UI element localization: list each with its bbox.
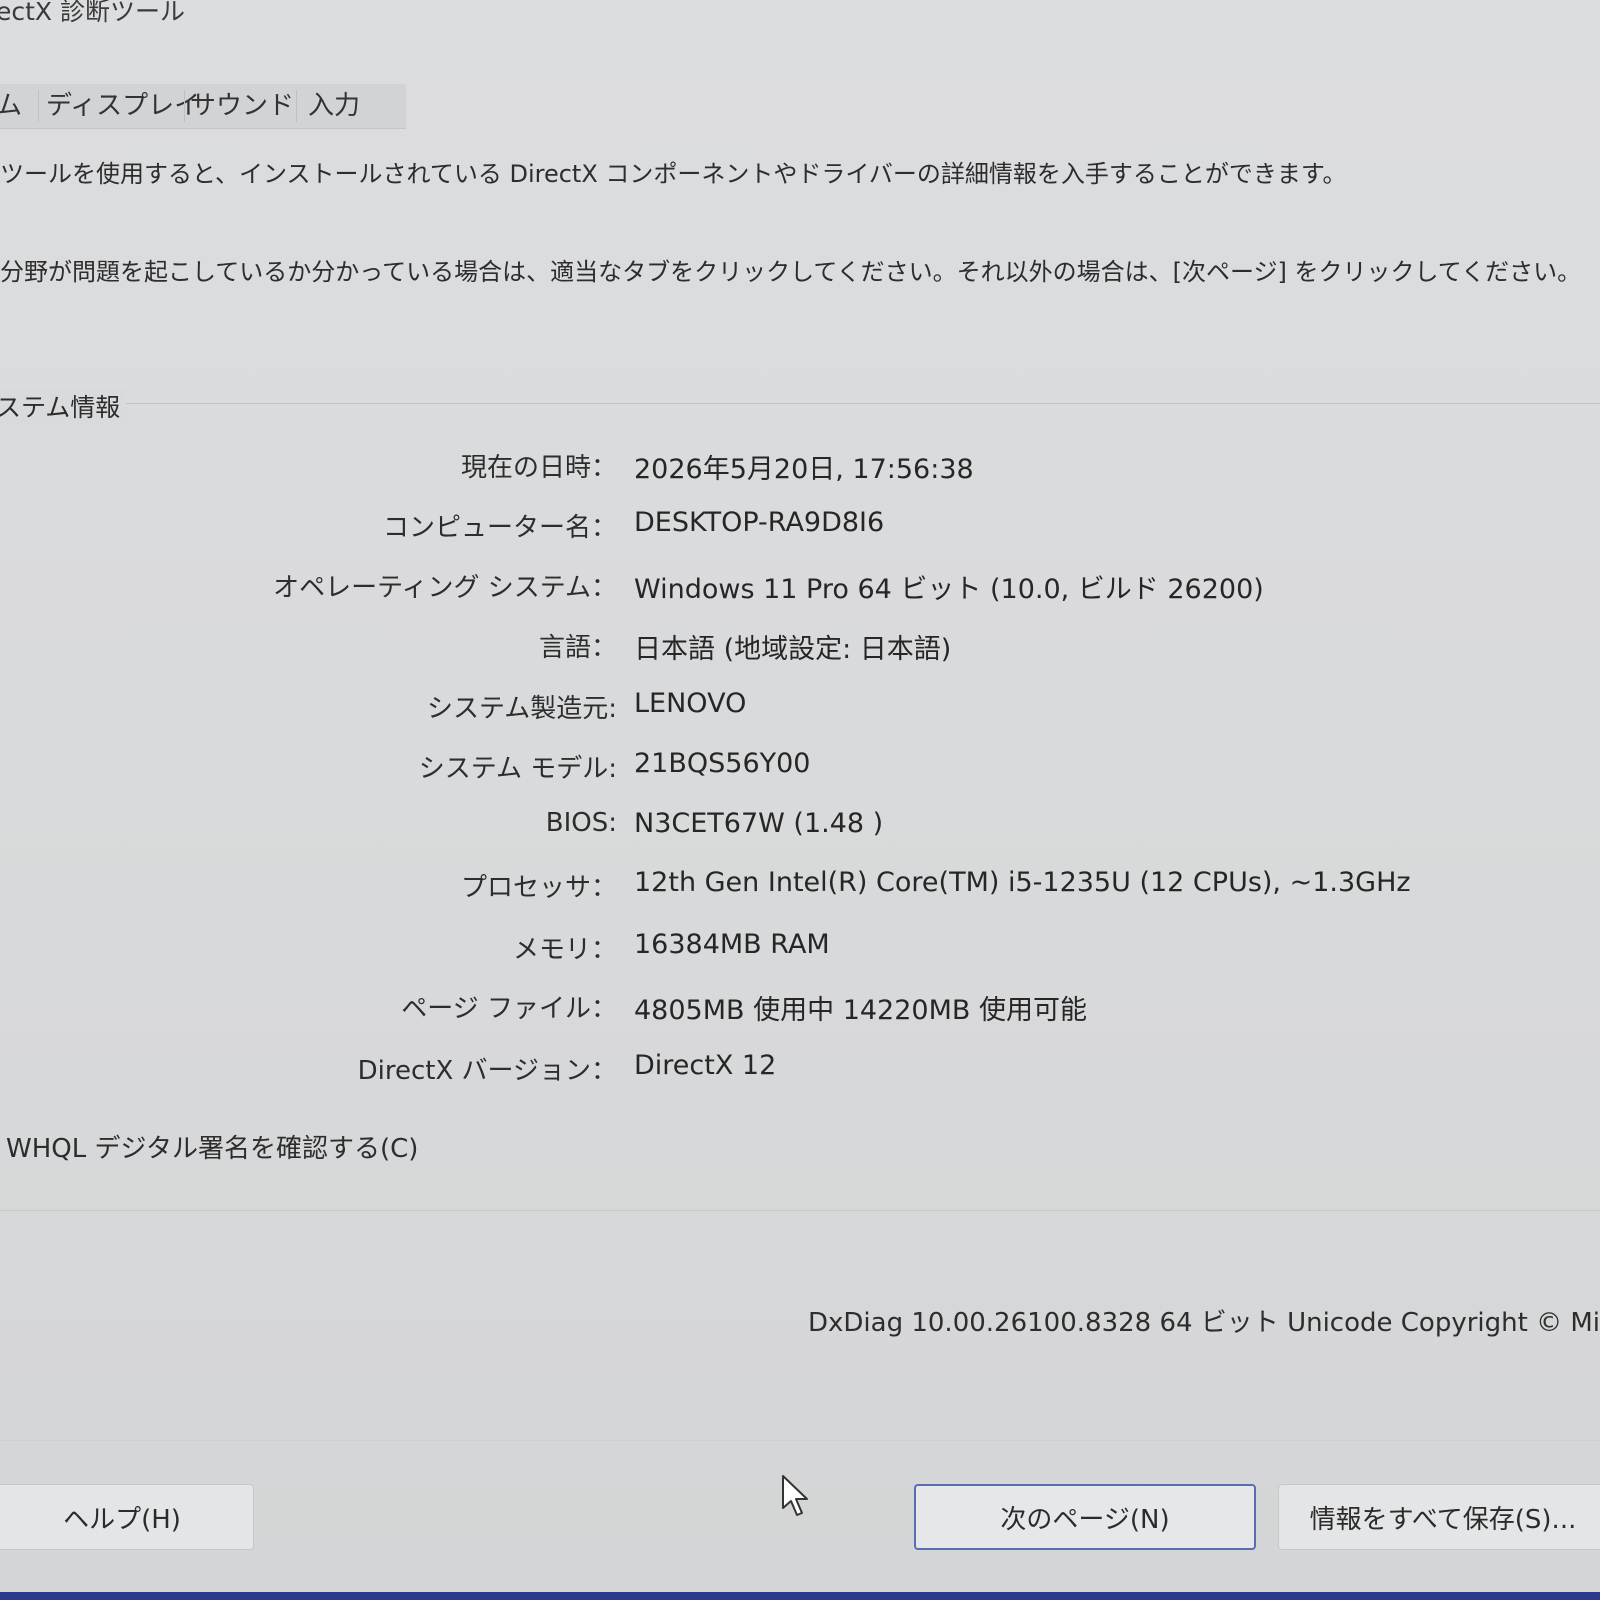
info-value: LENOVO <box>634 688 747 719</box>
description-line-1: ツールを使用すると、インストールされている DirectX コンポーネントやドラ… <box>0 160 1347 188</box>
info-label: メモリ： <box>512 935 617 965</box>
window-title: ectX 診断ツール <box>0 0 186 26</box>
save-all-info-button[interactable]: 情報をすべて保存(S)... <box>1278 1484 1600 1550</box>
help-button[interactable]: ヘルプ(H) <box>0 1484 254 1550</box>
info-row-datetime: 現在の日時： 2026年5月20日, 17:56:38 <box>0 447 1600 491</box>
info-row-language: 言語： 日本語 (地域設定: 日本語) <box>0 627 1600 671</box>
tab-display[interactable]: ディスプレイ <box>46 84 200 128</box>
mouse-cursor-icon <box>782 1475 808 1516</box>
next-page-button[interactable]: 次のページ(N) <box>914 1484 1256 1550</box>
description-line-2: 分野が問題を起こしているか分かっている場合は、適当なタブをクリックしてください。… <box>0 258 1582 286</box>
info-row-page-file: ページ ファイル： 4805MB 使用中 14220MB 使用可能 <box>0 988 1600 1032</box>
taskbar-edge <box>0 1592 1600 1600</box>
info-label: オペレーティング システム： <box>273 573 617 603</box>
version-copyright-text: DxDiag 10.00.26100.8328 64 ビット Unicode C… <box>808 1308 1600 1338</box>
info-label: 言語： <box>538 633 617 663</box>
info-row-memory: メモリ： 16384MB RAM <box>0 929 1600 973</box>
group-box-bottom-border <box>0 1210 1600 1211</box>
info-value: N3CET67W (1.48 ) <box>634 808 884 839</box>
info-row-manufacturer: システム製造元: LENOVO <box>0 688 1600 732</box>
info-label: プロセッサ： <box>460 873 617 903</box>
group-box-top-border <box>0 403 1600 404</box>
system-info-group-label: ステム情報 <box>0 388 127 424</box>
tab-bar: ム ディスプレイ サウンド 入力 <box>0 84 406 129</box>
info-label: DirectX バージョン： <box>357 1056 617 1086</box>
tab-divider <box>184 90 185 122</box>
info-label: コンピューター名： <box>382 513 617 543</box>
info-value: 16384MB RAM <box>634 929 830 960</box>
info-row-os: オペレーティング システム： Windows 11 Pro 64 ビット (10… <box>0 567 1600 611</box>
info-row-bios: BIOS: N3CET67W (1.48 ) <box>0 808 1600 852</box>
info-value: DESKTOP-RA9D8I6 <box>634 507 885 538</box>
tab-system[interactable]: ム <box>0 84 22 128</box>
info-value: 2026年5月20日, 17:56:38 <box>634 454 974 485</box>
info-value: Windows 11 Pro 64 ビット (10.0, ビルド 26200) <box>634 574 1264 605</box>
dxdiag-window: ectX 診断ツール ム ディスプレイ サウンド 入力 ツールを使用すると、イン… <box>0 0 1600 1592</box>
info-row-model: システム モデル: 21BQS56Y00 <box>0 748 1600 792</box>
whql-checkbox-label[interactable]: WHQL デジタル署名を確認する(C) <box>6 1128 418 1165</box>
info-row-processor: プロセッサ： 12th Gen Intel(R) Core(TM) i5-123… <box>0 867 1600 911</box>
info-value: 12th Gen Intel(R) Core(TM) i5-1235U (12 … <box>634 867 1411 898</box>
info-label: システム モデル: <box>418 754 617 784</box>
info-value: DirectX 12 <box>634 1050 777 1081</box>
tab-divider <box>296 90 297 122</box>
info-label: ページ ファイル： <box>401 994 617 1024</box>
info-row-directx-version: DirectX バージョン： DirectX 12 <box>0 1050 1600 1094</box>
tab-input[interactable]: 入力 <box>308 84 360 128</box>
info-label: BIOS: <box>545 808 617 838</box>
info-value: 4805MB 使用中 14220MB 使用可能 <box>634 995 1087 1026</box>
info-value: 日本語 (地域設定: 日本語) <box>634 634 952 665</box>
info-row-computer-name: コンピューター名： DESKTOP-RA9D8I6 <box>0 507 1600 551</box>
tab-sound[interactable]: サウンド <box>190 84 294 128</box>
info-label: 現在の日時： <box>460 453 617 483</box>
info-value: 21BQS56Y00 <box>634 748 811 779</box>
info-label: システム製造元: <box>427 694 617 724</box>
tab-divider <box>38 90 39 122</box>
button-area-separator <box>0 1440 1600 1441</box>
